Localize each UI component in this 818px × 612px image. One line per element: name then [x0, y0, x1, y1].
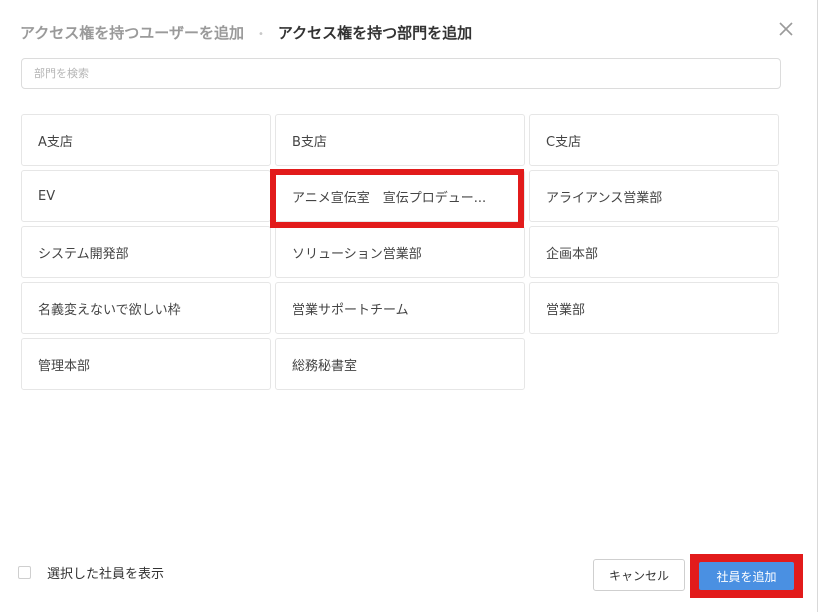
step-add-users[interactable]: アクセス権を持つユーザーを追加: [20, 22, 244, 43]
add-department-access-dialog: アクセス権を持つユーザーを追加 • アクセス権を持つ部門を追加 A支店 B支店 …: [0, 0, 818, 612]
department-item-do-not-rename[interactable]: 名義変えないで欲しい枠: [21, 282, 271, 334]
show-selected-label: 選択した社員を表示: [47, 567, 165, 582]
department-item-sales-support[interactable]: 営業サポートチーム: [275, 282, 525, 334]
department-item-anime-promotion[interactable]: アニメ宣伝室 宣伝プロデュー...: [275, 170, 525, 222]
department-item-a-branch[interactable]: A支店: [21, 114, 271, 166]
department-item-alliance-sales[interactable]: アライアンス営業部: [529, 170, 779, 222]
department-item-management-hq[interactable]: 管理本部: [21, 338, 271, 390]
show-selected-toggle[interactable]: 選択した社員を表示: [18, 563, 164, 582]
department-grid: A支店 B支店 C支店 EV アニメ宣伝室 宣伝プロデュー... アライアンス営…: [21, 114, 779, 390]
department-search-input[interactable]: [21, 58, 781, 89]
close-icon[interactable]: [777, 20, 795, 38]
step-separator: •: [257, 28, 264, 40]
department-item-c-branch[interactable]: C支店: [529, 114, 779, 166]
department-item-general-affairs[interactable]: 総務秘書室: [275, 338, 525, 390]
show-selected-checkbox[interactable]: [18, 566, 31, 579]
department-item-planning-hq[interactable]: 企画本部: [529, 226, 779, 278]
step-add-departments: アクセス権を持つ部門を追加: [277, 23, 473, 42]
department-item-solution-sales[interactable]: ソリューション営業部: [275, 226, 525, 278]
department-item-ev[interactable]: EV: [21, 170, 271, 222]
cancel-button[interactable]: キャンセル: [593, 559, 685, 591]
add-employee-button[interactable]: 社員を追加: [699, 562, 794, 590]
department-item-sales[interactable]: 営業部: [529, 282, 779, 334]
department-item-b-branch[interactable]: B支店: [275, 114, 525, 166]
dialog-header: アクセス権を持つユーザーを追加 • アクセス権を持つ部門を追加: [20, 20, 472, 44]
department-item-system-development[interactable]: システム開発部: [21, 226, 271, 278]
